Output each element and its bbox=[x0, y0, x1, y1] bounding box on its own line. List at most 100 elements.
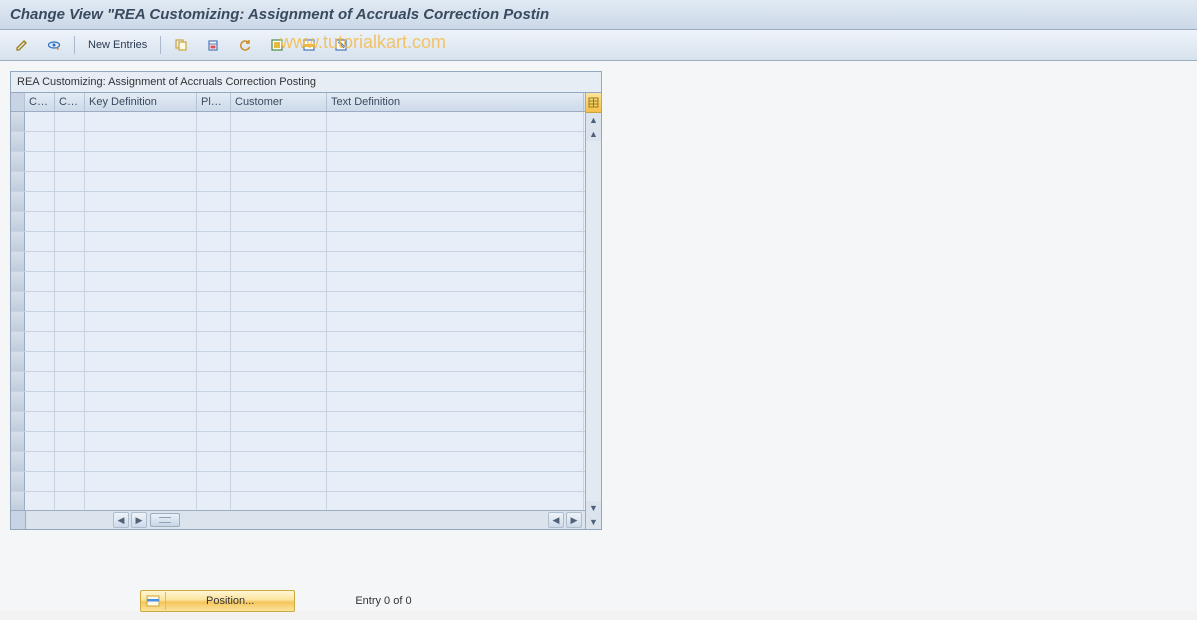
cell[interactable] bbox=[55, 452, 85, 471]
cell[interactable] bbox=[327, 232, 584, 251]
cell[interactable] bbox=[85, 312, 197, 331]
cell[interactable] bbox=[85, 112, 197, 131]
row-selector[interactable] bbox=[11, 152, 25, 171]
cell[interactable] bbox=[231, 272, 327, 291]
row-selector[interactable] bbox=[11, 252, 25, 271]
select-block-icon[interactable] bbox=[295, 34, 323, 56]
cell[interactable] bbox=[197, 392, 231, 411]
cell[interactable] bbox=[25, 372, 55, 391]
row-selector[interactable] bbox=[11, 212, 25, 231]
hscroll-left-icon[interactable]: ◀ bbox=[113, 512, 129, 528]
cell[interactable] bbox=[85, 492, 197, 510]
cell[interactable] bbox=[85, 452, 197, 471]
row-selector[interactable] bbox=[11, 172, 25, 191]
row-selector[interactable] bbox=[11, 412, 25, 431]
cell[interactable] bbox=[55, 432, 85, 451]
cell[interactable] bbox=[25, 112, 55, 131]
column-header[interactable]: Key Definition bbox=[85, 93, 197, 111]
hscroll-right-end-icon[interactable]: ▶ bbox=[566, 512, 582, 528]
cell[interactable] bbox=[197, 272, 231, 291]
row-selector[interactable] bbox=[11, 332, 25, 351]
toggle-change-icon[interactable] bbox=[8, 34, 36, 56]
delete-icon[interactable] bbox=[199, 34, 227, 56]
row-selector-header[interactable] bbox=[11, 93, 25, 111]
cell[interactable] bbox=[197, 252, 231, 271]
vscroll-up-icon[interactable]: ▲ bbox=[586, 113, 601, 127]
cell[interactable] bbox=[327, 312, 584, 331]
row-selector[interactable] bbox=[11, 272, 25, 291]
row-selector[interactable] bbox=[11, 192, 25, 211]
cell[interactable] bbox=[25, 212, 55, 231]
cell[interactable] bbox=[55, 472, 85, 491]
cell[interactable] bbox=[327, 192, 584, 211]
cell[interactable] bbox=[25, 432, 55, 451]
cell[interactable] bbox=[231, 452, 327, 471]
cell[interactable] bbox=[25, 192, 55, 211]
row-selector[interactable] bbox=[11, 112, 25, 131]
cell[interactable] bbox=[231, 432, 327, 451]
cell[interactable] bbox=[85, 392, 197, 411]
other-view-icon[interactable] bbox=[40, 34, 68, 56]
cell[interactable] bbox=[197, 352, 231, 371]
cell[interactable] bbox=[327, 412, 584, 431]
cell[interactable] bbox=[327, 212, 584, 231]
cell[interactable] bbox=[231, 212, 327, 231]
cell[interactable] bbox=[85, 332, 197, 351]
cell[interactable] bbox=[85, 152, 197, 171]
cell[interactable] bbox=[231, 412, 327, 431]
cell[interactable] bbox=[25, 392, 55, 411]
row-selector[interactable] bbox=[11, 312, 25, 331]
cell[interactable] bbox=[327, 132, 584, 151]
cell[interactable] bbox=[55, 212, 85, 231]
cell[interactable] bbox=[25, 272, 55, 291]
cell[interactable] bbox=[197, 452, 231, 471]
cell[interactable] bbox=[197, 372, 231, 391]
cell[interactable] bbox=[85, 372, 197, 391]
vscroll-down-icon[interactable]: ▼ bbox=[586, 515, 601, 529]
cell[interactable] bbox=[231, 392, 327, 411]
hscroll-thumb[interactable] bbox=[150, 513, 180, 527]
row-selector[interactable] bbox=[11, 292, 25, 311]
cell[interactable] bbox=[327, 152, 584, 171]
cell[interactable] bbox=[55, 372, 85, 391]
cell[interactable] bbox=[231, 112, 327, 131]
cell[interactable] bbox=[85, 172, 197, 191]
copy-as-icon[interactable] bbox=[167, 34, 195, 56]
cell[interactable] bbox=[25, 452, 55, 471]
table-settings-icon[interactable] bbox=[586, 93, 601, 113]
column-header[interactable]: Co... bbox=[55, 93, 85, 111]
cell[interactable] bbox=[25, 332, 55, 351]
cell[interactable] bbox=[85, 232, 197, 251]
cell[interactable] bbox=[85, 432, 197, 451]
cell[interactable] bbox=[231, 352, 327, 371]
row-selector[interactable] bbox=[11, 132, 25, 151]
cell[interactable] bbox=[197, 312, 231, 331]
cell[interactable] bbox=[327, 252, 584, 271]
cell[interactable] bbox=[25, 352, 55, 371]
cell[interactable] bbox=[85, 412, 197, 431]
cell[interactable] bbox=[55, 132, 85, 151]
cell[interactable] bbox=[85, 292, 197, 311]
hscroll-track[interactable] bbox=[182, 511, 547, 529]
cell[interactable] bbox=[231, 492, 327, 510]
row-selector[interactable] bbox=[11, 432, 25, 451]
cell[interactable] bbox=[197, 432, 231, 451]
cell[interactable] bbox=[231, 312, 327, 331]
cell[interactable] bbox=[231, 132, 327, 151]
cell[interactable] bbox=[197, 192, 231, 211]
cell[interactable] bbox=[327, 392, 584, 411]
cell[interactable] bbox=[231, 172, 327, 191]
cell[interactable] bbox=[25, 252, 55, 271]
cell[interactable] bbox=[55, 492, 85, 510]
cell[interactable] bbox=[55, 192, 85, 211]
hscroll-right-near-icon[interactable]: ▶ bbox=[131, 512, 147, 528]
cell[interactable] bbox=[327, 352, 584, 371]
cell[interactable] bbox=[55, 392, 85, 411]
cell[interactable] bbox=[327, 492, 584, 510]
cell[interactable] bbox=[55, 312, 85, 331]
cell[interactable] bbox=[231, 372, 327, 391]
cell[interactable] bbox=[197, 232, 231, 251]
column-header[interactable]: Text Definition bbox=[327, 93, 584, 111]
position-button[interactable]: Position... bbox=[140, 590, 295, 612]
vscroll-track[interactable] bbox=[586, 141, 601, 501]
